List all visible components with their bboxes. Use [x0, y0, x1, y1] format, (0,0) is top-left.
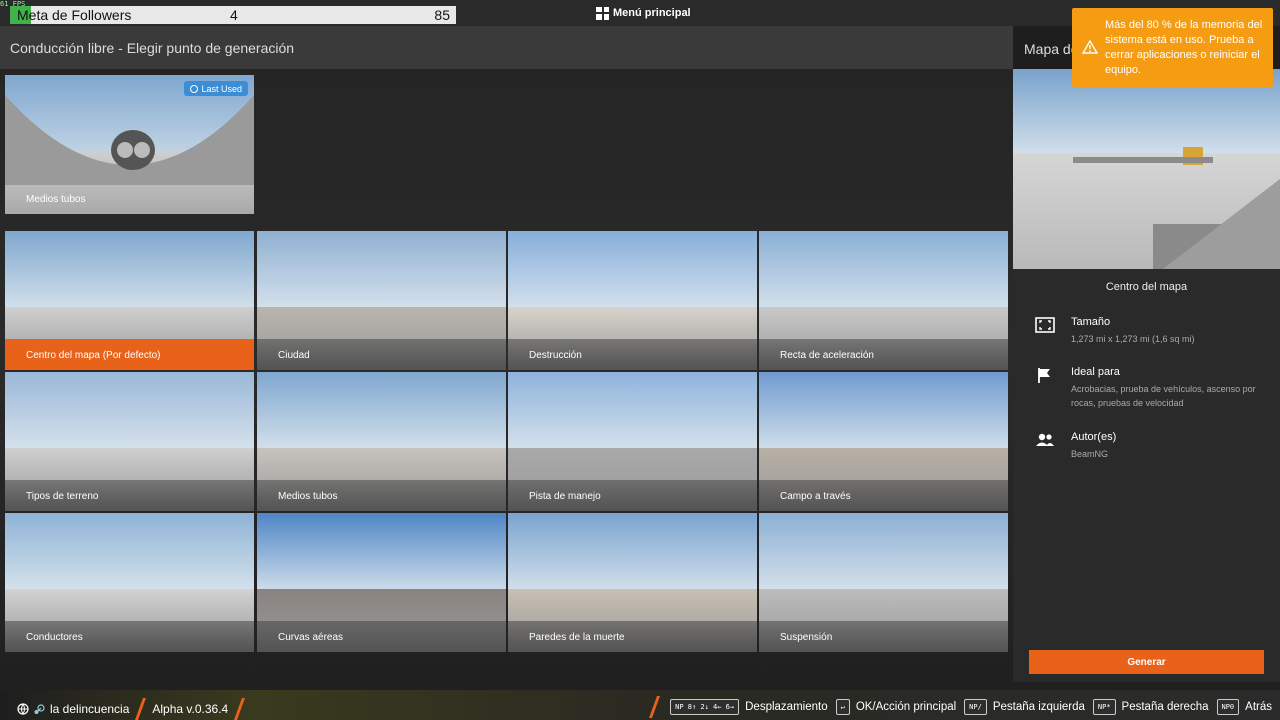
- input-hint-label: Pestaña derecha: [1121, 701, 1209, 713]
- map-name: Centro del mapa: [1105, 281, 1188, 293]
- divider-slash: [234, 698, 246, 720]
- divider-slash: [135, 698, 147, 720]
- steam-icon: [34, 704, 45, 714]
- game-version: Alpha v.0.36.4: [152, 702, 229, 716]
- followers-label: Meta de Followers: [17, 7, 132, 23]
- flag-icon: [1038, 368, 1050, 383]
- spawn-card-label: Tipos de terreno: [5, 480, 254, 511]
- memory-warning-toast: Más del 80 % de la memoria del sistema e…: [1072, 8, 1273, 87]
- author-value: BeamNG: [1071, 449, 1109, 459]
- spawn-card-label: Conductores: [5, 621, 254, 652]
- ideal-value: Acrobacias, prueba de vehículos, ascenso…: [1071, 384, 1256, 408]
- followers-goal-widget: Meta de Followers 4 85: [10, 6, 456, 24]
- page-title: Conducción libre - Elegir punto de gener…: [10, 40, 295, 56]
- spawn-card-label: Centro del mapa (Por defecto): [5, 339, 254, 370]
- spawn-card-last-used[interactable]: Last Used Medios tubos: [5, 75, 254, 214]
- bottom-bar: la delincuencia Alpha v.0.36.4 NP 8↑ 2↓ …: [0, 690, 1280, 720]
- spawn-selection-screen: 61 FPS Meta de Followers 4 85 Menú princ…: [0, 0, 1280, 720]
- spawn-card[interactable]: Medios tubos: [257, 372, 506, 511]
- spawn-card[interactable]: Paredes de la muerte: [508, 513, 757, 652]
- followers-goal: 85: [434, 7, 450, 23]
- page-header: Conducción libre - Elegir punto de gener…: [0, 26, 1014, 69]
- grid-icon: [596, 6, 609, 20]
- spawn-card-label: Ciudad: [257, 339, 506, 370]
- memory-warning-text: Más del 80 % de la memoria del sistema e…: [1105, 19, 1263, 76]
- spawn-card-label: Medios tubos: [257, 480, 506, 511]
- spawn-card-label: Medios tubos: [26, 194, 86, 205]
- spawn-card-label: Curvas aéreas: [257, 621, 506, 652]
- key-glyph: NP0: [1216, 699, 1240, 715]
- input-hint-label: Desplazamiento: [745, 701, 828, 713]
- last-used-badge: Last Used: [184, 81, 248, 96]
- spawn-card[interactable]: Centro del mapa (Por defecto): [5, 231, 254, 370]
- input-hint-label: Atrás: [1245, 701, 1272, 713]
- input-hint: NP* Pestaña derecha: [1092, 699, 1209, 715]
- warning-icon: [1082, 40, 1098, 54]
- input-hint: NP/Pestaña izquierda: [964, 699, 1085, 715]
- followers-current: 4: [230, 7, 238, 23]
- spawn-card[interactable]: Conductores: [5, 513, 254, 652]
- expand-icon: [1035, 317, 1055, 333]
- main-menu-button[interactable]: Menú principal: [596, 6, 691, 20]
- size-value: 1,273 mi x 1,273 mi (1,6 sq mi): [1071, 334, 1195, 344]
- generate-button[interactable]: Generar: [1029, 650, 1264, 674]
- divider-slash: [649, 696, 661, 718]
- author-label: Autor(es): [1071, 431, 1117, 443]
- spawn-card-label: Campo a través: [759, 480, 1008, 511]
- spawn-card[interactable]: Destrucción: [508, 231, 757, 370]
- people-icon: [1036, 433, 1054, 446]
- map-info-panel: Centro del mapa Tamaño 1,273 mi x 1,273 …: [1013, 69, 1280, 682]
- spawn-card-label: Pista de manejo: [508, 480, 757, 511]
- main-menu-label: Menú principal: [613, 7, 691, 19]
- spawn-card[interactable]: Curvas aéreas: [257, 513, 506, 652]
- spawn-card-label: Suspensión: [759, 621, 1008, 652]
- input-hint-label: OK/Acción principal: [855, 701, 957, 713]
- username: la delincuencia: [50, 702, 130, 716]
- last-used-badge-label: Last Used: [201, 83, 242, 94]
- map-preview-image: [1013, 69, 1280, 269]
- ideal-label: Ideal para: [1071, 366, 1120, 378]
- spawn-card-label: Paredes de la muerte: [508, 621, 757, 652]
- spawn-card[interactable]: Pista de manejo: [508, 372, 757, 511]
- globe-icon: [17, 703, 29, 715]
- spawn-card-label: Destrucción: [508, 339, 757, 370]
- input-hints: NP 8↑ 2↓ 4← 6→ Desplazamiento ↵ OK/Acción p…: [647, 696, 1272, 718]
- clock-icon: [190, 84, 199, 93]
- input-hint: ↵ OK/Acción principal: [835, 699, 957, 715]
- key-glyph: NP 8↑ 2↓ 4← 6→: [670, 699, 740, 715]
- spawn-card[interactable]: Ciudad: [257, 231, 506, 370]
- key-glyph: NP/: [964, 699, 987, 715]
- user-info: la delincuencia Alpha v.0.36.4: [17, 698, 247, 720]
- spawn-card[interactable]: Campo a través: [759, 372, 1008, 511]
- spawn-card-label: Recta de aceleración: [759, 339, 1008, 370]
- input-hint-label: Pestaña izquierda: [992, 701, 1085, 713]
- key-glyph: NP*: [1092, 699, 1116, 715]
- spawn-card[interactable]: Recta de aceleración: [759, 231, 1008, 370]
- input-hint: NP 8↑ 2↓ 4← 6→ Desplazamiento: [670, 699, 828, 715]
- spawn-card[interactable]: Tipos de terreno: [5, 372, 254, 511]
- key-glyph: ↵: [835, 699, 850, 715]
- input-hint: NP0 Atrás: [1216, 699, 1272, 715]
- spawn-card[interactable]: Suspensión: [759, 513, 1008, 652]
- size-label: Tamaño: [1071, 316, 1111, 328]
